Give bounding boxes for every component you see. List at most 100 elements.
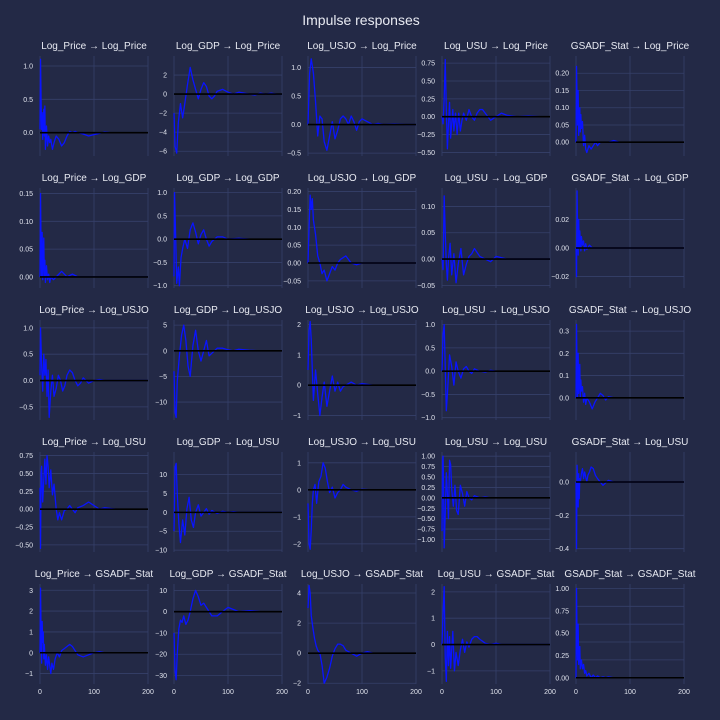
irf-panel: GSADF_Stat → GSADF_Stat 0.00 0.25 0.50 0.75 1… <box>555 569 695 696</box>
y-tick-label: 0.15 <box>287 207 301 214</box>
y-tick-label: 1 <box>297 460 301 467</box>
y-tick-label: 0 <box>431 642 435 649</box>
irf-panel: Log_Price → GSADF_Stat −1 0 1 2 3 0 100 200 <box>25 569 154 696</box>
irf-panel: Log_GDP → GSADF_Stat−30−20−100100 100 200 <box>155 569 288 696</box>
subplot-title: Log_GDP → GSADF_Stat <box>169 569 286 580</box>
y-tick-label: 0.25 <box>421 96 435 103</box>
irf-panel: Log_USU → Log_Price −0.50 −0.25 0.00 0.25 0.5… <box>417 41 551 157</box>
y-tick-label: 10 <box>159 472 167 479</box>
y-tick-label: −1.0 <box>153 283 167 290</box>
subplot-title: Log_USU → GSADF_Stat <box>438 569 555 580</box>
irf-panel: Log_USJO → Log_Price −0.5 0.0 0.5 1.0 <box>287 41 417 158</box>
y-tick-label: −2 <box>159 111 167 118</box>
y-tick-label: −0.25 <box>417 506 435 513</box>
irf-panel: Log_USU → GSADF_Stat −1 0 1 2 0 100 200 <box>427 569 556 696</box>
irf-panel: Log_USJO → GSADF_Stat −2 0 2 4 0 100 200 <box>293 569 423 696</box>
y-tick-label: 0.02 <box>555 217 569 224</box>
y-tick-label: 1.0 <box>23 64 33 71</box>
y-tick-label: 0.50 <box>421 79 435 86</box>
y-tick-label: −2 <box>293 541 301 548</box>
subplot-title: GSADF_Stat → Log_GDP <box>571 173 689 184</box>
y-tick-label: 2 <box>431 589 435 596</box>
y-tick-label: 0.05 <box>555 122 569 129</box>
y-tick-label: 1.0 <box>291 65 301 72</box>
subplot-title: Log_USU → Log_USJO <box>442 305 550 316</box>
y-tick-label: 0.75 <box>19 453 33 460</box>
subplot-title: Log_USU → Log_USU <box>445 437 547 448</box>
y-tick-label: 1.0 <box>157 190 167 197</box>
irf-panel: GSADF_Stat → Log_GDP −0.02 0.00 0.02 <box>551 173 689 288</box>
y-tick-label: 0.10 <box>19 219 33 226</box>
y-tick-label: 0.00 <box>19 507 33 514</box>
y-tick-label: 1.00 <box>421 454 435 461</box>
y-tick-label: 0.15 <box>555 88 569 95</box>
subplot-title: Log_USU → Log_Price <box>444 41 548 52</box>
y-tick-label: −5 <box>159 374 167 381</box>
y-tick-label: −1 <box>25 671 33 678</box>
y-tick-label: 0.2 <box>559 351 569 358</box>
y-tick-label: 0 <box>297 383 301 390</box>
subplot-title: Log_Price → GSADF_Stat <box>35 569 154 580</box>
irf-panel: Log_USJO → Log_USJO −1 0 1 2 <box>293 305 419 420</box>
y-tick-label: 0.0 <box>23 378 33 385</box>
irf-panel: Log_USU → Log_GDP −0.05 0.00 0.05 0.10 <box>417 173 551 290</box>
y-tick-label: 0.00 <box>421 495 435 502</box>
irf-panel: Log_USU → Log_USU −1.00 −0.75 −0.50 −0.25 0.0… <box>417 437 551 552</box>
y-tick-label: 0.05 <box>421 230 435 237</box>
y-tick-label: −1.0 <box>421 415 435 422</box>
y-tick-label: −0.02 <box>551 274 569 281</box>
subplot-title: Log_Price → Log_Price <box>41 41 147 52</box>
y-tick-label: 0.00 <box>421 257 435 264</box>
y-tick-label: −30 <box>155 673 167 680</box>
subplot-title: Log_GDP → Log_USJO <box>174 305 282 316</box>
y-tick-label: 0.50 <box>421 475 435 482</box>
y-tick-label: 0.75 <box>421 61 435 68</box>
subplot-title: Log_USJO → Log_USJO <box>305 305 419 316</box>
y-tick-label: 1.00 <box>555 586 569 593</box>
y-tick-label: −2 <box>293 681 301 688</box>
y-tick-label: 1.0 <box>23 325 33 332</box>
x-tick-label: 0 <box>574 689 578 696</box>
irf-panel: GSADF_Stat → Log_Price 0.00 0.05 0.10 0.15 0.… <box>555 41 690 156</box>
y-tick-label: 5 <box>163 491 167 498</box>
irf-panel: GSADF_Stat → Log_USU −0.4 −0.2 0.0 <box>555 437 688 553</box>
x-tick-label: 100 <box>356 689 368 696</box>
irf-panel: Log_GDP → Log_Price −6 −4 −2 0 2 <box>159 41 283 156</box>
y-tick-label: 10 <box>159 588 167 595</box>
y-tick-label: 0.00 <box>287 261 301 268</box>
y-tick-label: 0.10 <box>287 225 301 232</box>
irf-panel: Log_Price → Log_GDP 0.00 0.05 0.10 0.15 <box>19 173 149 288</box>
y-tick-label: 0 <box>297 487 301 494</box>
figure-title: Impulse responses <box>302 12 420 28</box>
y-tick-label: −0.75 <box>417 527 435 534</box>
y-tick-label: −1 <box>293 413 301 420</box>
y-tick-label: 0.75 <box>555 608 569 615</box>
y-tick-label: 0 <box>163 92 167 99</box>
subplot-title: Log_GDP → Log_USU <box>177 437 280 448</box>
y-tick-label: 0.0 <box>559 480 569 487</box>
y-tick-label: −10 <box>155 548 167 555</box>
x-tick-label: 100 <box>222 689 234 696</box>
subplot-title: Log_USJO → Log_Price <box>307 41 417 52</box>
y-tick-label: 0.5 <box>157 213 167 220</box>
subplot-title: Log_USJO → Log_GDP <box>308 173 417 184</box>
y-tick-label: 0.20 <box>287 189 301 196</box>
x-tick-label: 100 <box>88 689 100 696</box>
y-tick-label: −0.5 <box>153 260 167 267</box>
y-tick-label: 1 <box>297 352 301 359</box>
subplot-title: GSADF_Stat → Log_Price <box>571 41 690 52</box>
y-tick-label: 0.5 <box>23 97 33 104</box>
irf-panel: Log_GDP → Log_USU −10 −5 0 5 10 <box>155 437 283 555</box>
y-tick-label: 0.3 <box>559 329 569 336</box>
y-tick-label: 1.0 <box>425 322 435 329</box>
irf-panel: GSADF_Stat → Log_USJO 0.0 0.1 0.2 0.3 <box>559 305 691 420</box>
y-tick-label: 2 <box>297 322 301 329</box>
subplot-title: Log_GDP → Log_Price <box>176 41 281 52</box>
y-tick-label: 0.50 <box>555 631 569 638</box>
y-tick-label: 0.0 <box>425 369 435 376</box>
y-tick-label: −1 <box>427 668 435 675</box>
subplot-title: Log_Price → Log_GDP <box>42 173 147 184</box>
x-tick-label: 0 <box>172 689 176 696</box>
y-tick-label: 0.0 <box>559 395 569 402</box>
y-tick-label: −0.05 <box>417 283 435 290</box>
